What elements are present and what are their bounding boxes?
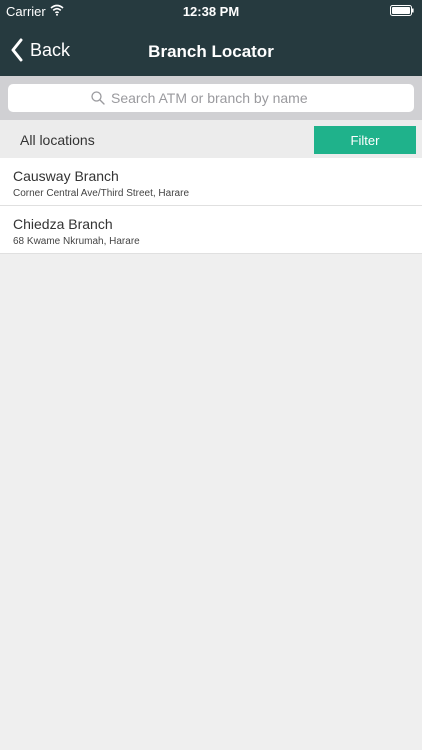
status-time: 12:38 PM bbox=[182, 4, 240, 19]
nav-bar: Back Branch Locator bbox=[0, 22, 422, 76]
branch-name: Causway Branch bbox=[13, 168, 119, 184]
header: Carrier 12:38 PM Back Branch Locator bbox=[0, 0, 422, 76]
status-bar: Carrier 12:38 PM bbox=[0, 0, 422, 22]
filter-button[interactable]: Filter bbox=[314, 126, 416, 154]
list-item[interactable]: Causway Branch Corner Central Ave/Third … bbox=[0, 158, 422, 206]
filter-row: All locations Filter bbox=[0, 120, 422, 158]
branch-address: Corner Central Ave/Third Street, Harare bbox=[13, 188, 190, 199]
branch-list: Causway Branch Corner Central Ave/Third … bbox=[0, 158, 422, 254]
branch-name: Chiedza Branch bbox=[13, 216, 113, 232]
search-icon bbox=[91, 91, 105, 105]
locations-label: All locations bbox=[20, 132, 95, 148]
app-screen: Carrier 12:38 PM Back Branch Locator Sea… bbox=[0, 0, 422, 750]
page-title: Branch Locator bbox=[148, 42, 274, 61]
battery-icon bbox=[390, 5, 414, 16]
branch-address: 68 Kwame Nkrumah, Harare bbox=[13, 236, 140, 247]
search-input[interactable] bbox=[111, 90, 331, 106]
search-area bbox=[0, 76, 422, 120]
list-item[interactable]: Chiedza Branch 68 Kwame Nkrumah, Harare bbox=[0, 206, 422, 254]
search-box[interactable] bbox=[8, 84, 414, 112]
